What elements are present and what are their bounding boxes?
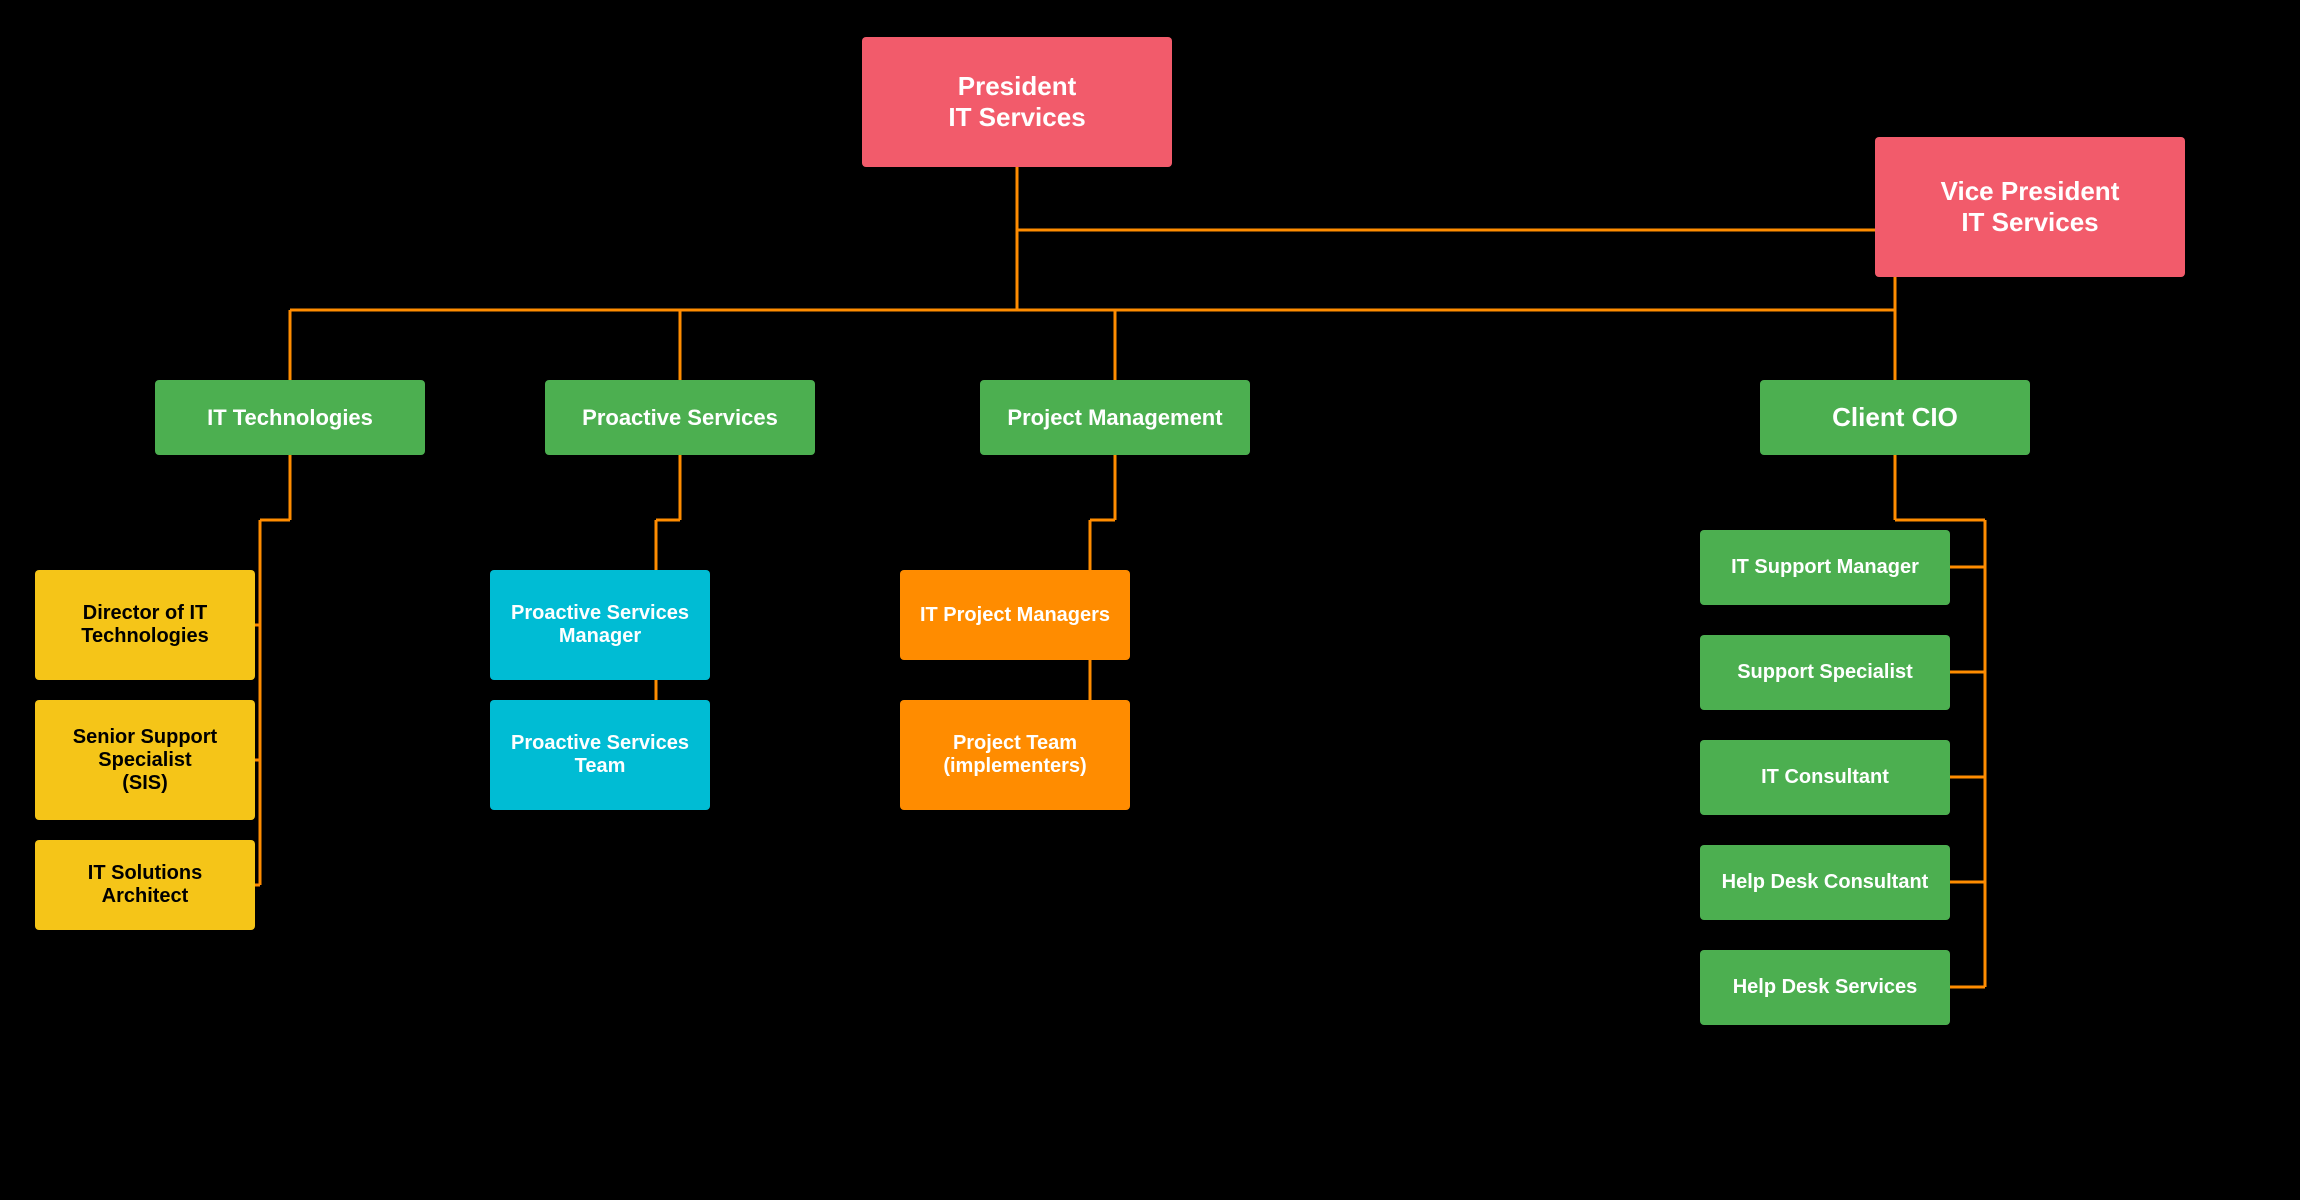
support-spec-node: Support Specialist: [1700, 635, 1950, 710]
it-tech-node: IT Technologies: [155, 380, 425, 455]
help-desk-services-node: Help Desk Services: [1700, 950, 1950, 1025]
proactive-team-node: Proactive ServicesTeam: [490, 700, 710, 810]
proactive-node: Proactive Services: [545, 380, 815, 455]
it-solutions-node: IT Solutions Architect: [35, 840, 255, 930]
proactive-mgr-node: Proactive ServicesManager: [490, 570, 710, 680]
proj-team-node: Project Team(implementers): [900, 700, 1130, 810]
client-cio-node: Client CIO: [1760, 380, 2030, 455]
president-node: PresidentIT Services: [862, 37, 1172, 167]
it-support-mgr-node: IT Support Manager: [1700, 530, 1950, 605]
it-consultant-node: IT Consultant: [1700, 740, 1950, 815]
senior-support-node: Senior SupportSpecialist(SIS): [35, 700, 255, 820]
help-desk-consultant-node: Help Desk Consultant: [1700, 845, 1950, 920]
org-chart: PresidentIT Services Vice PresidentIT Se…: [0, 0, 2300, 1200]
project-mgmt-node: Project Management: [980, 380, 1250, 455]
dir-it-tech-node: Director of ITTechnologies: [35, 570, 255, 680]
it-proj-mgrs-node: IT Project Managers: [900, 570, 1130, 660]
vp-node: Vice PresidentIT Services: [1875, 137, 2185, 277]
